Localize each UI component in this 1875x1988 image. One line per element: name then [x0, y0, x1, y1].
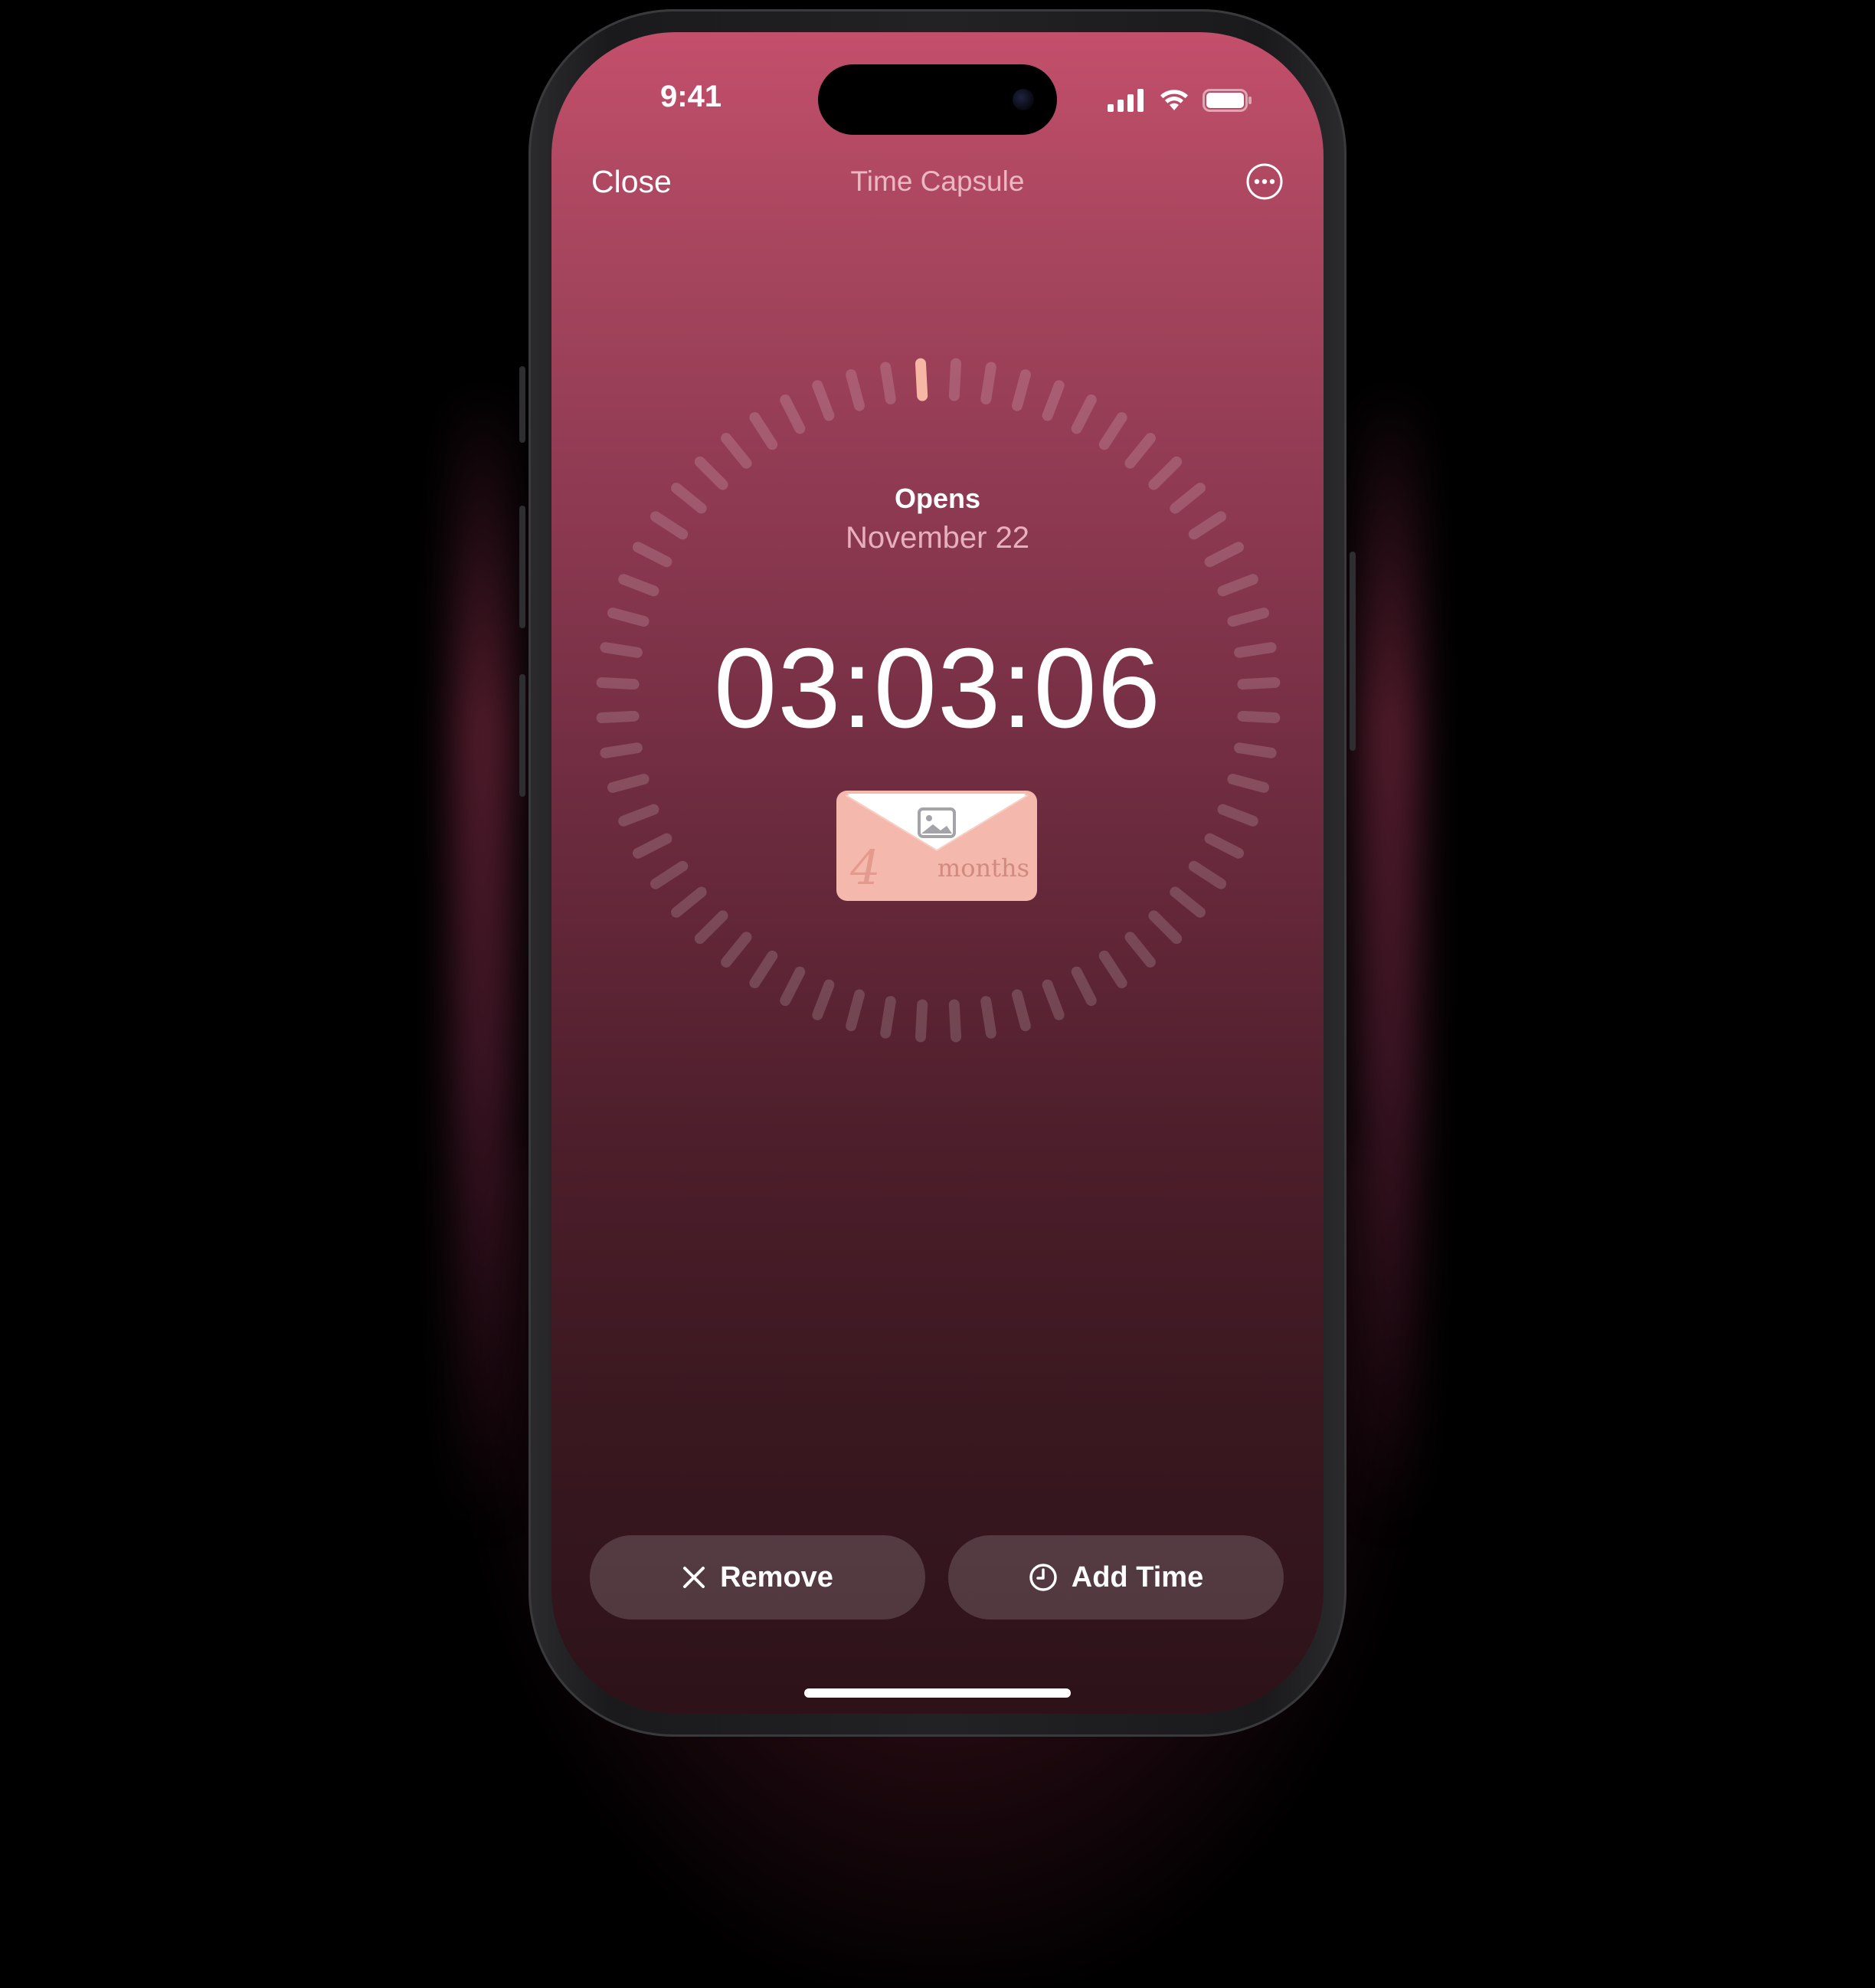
dial-tick	[1148, 456, 1183, 490]
x-mark-icon	[683, 1567, 705, 1588]
clock-icon	[1029, 1564, 1057, 1591]
dial-tick	[812, 380, 835, 421]
dial-tick	[948, 358, 962, 401]
add-time-label: Add Time	[1071, 1561, 1204, 1593]
dial-tick	[1204, 833, 1245, 859]
dial-tick	[1012, 368, 1031, 411]
dynamic-island	[818, 64, 1057, 135]
dial-tick	[880, 362, 896, 404]
dial-tick	[650, 860, 689, 889]
dial-tick	[1071, 394, 1097, 434]
dial-tick	[694, 456, 728, 490]
envelope-unit: months	[938, 853, 1029, 883]
screen: 9:41 Close Time Capsule Opens November 2…	[551, 32, 1324, 1714]
dial-tick	[1042, 979, 1065, 1020]
dial-tick	[749, 411, 778, 450]
countdown-timer: 03:03:06	[713, 625, 1162, 752]
dial-tick	[1124, 433, 1156, 469]
dial-tick	[846, 368, 865, 411]
dial-tick	[1071, 966, 1097, 1007]
dial-tick	[618, 804, 659, 827]
dial-tick	[607, 774, 650, 793]
dial-tick	[780, 966, 806, 1007]
dial-tick	[780, 394, 806, 434]
envelope-icon[interactable]: 4 months	[836, 791, 1037, 901]
dial-tick	[915, 999, 928, 1043]
dial-tick	[721, 932, 752, 968]
wifi-icon	[1160, 90, 1188, 110]
dial-tick	[1148, 910, 1183, 945]
status-icons	[1108, 87, 1253, 112]
envelope-number: 4	[849, 840, 880, 896]
dial-tick	[1042, 380, 1065, 421]
dial-tick-active	[915, 358, 928, 401]
dial-tick	[1227, 608, 1270, 627]
camera-icon	[1013, 89, 1034, 110]
volume-up-button	[519, 506, 525, 628]
opens-label: Opens	[894, 483, 981, 514]
dial-tick	[721, 433, 752, 469]
opens-date: November 22	[845, 521, 1030, 555]
dial-tick	[671, 886, 707, 918]
dial-tick	[948, 999, 962, 1043]
dial-tick	[846, 989, 865, 1032]
remove-label: Remove	[720, 1561, 833, 1593]
add-time-button[interactable]: Add Time	[948, 1535, 1284, 1620]
volume-down-button	[519, 674, 525, 797]
side-button	[1350, 552, 1356, 751]
page-title: Time Capsule	[850, 165, 1025, 197]
dial-tick	[1012, 989, 1031, 1032]
dial-tick	[1188, 860, 1227, 889]
remove-button[interactable]: Remove	[590, 1535, 925, 1620]
dial-tick	[618, 574, 659, 597]
dial-tick	[1098, 950, 1127, 989]
dial-tick	[812, 979, 835, 1020]
dial-tick	[749, 950, 778, 989]
dial-tick	[1227, 774, 1270, 793]
dial-tick	[694, 910, 728, 945]
dial-tick	[607, 608, 650, 627]
status-time: 9:41	[660, 80, 722, 113]
dial-tick	[1098, 411, 1127, 450]
dial-tick	[1217, 804, 1258, 827]
dial-tick	[980, 996, 996, 1039]
dial-tick	[632, 833, 672, 859]
dial-tick	[880, 996, 896, 1039]
dial-tick	[980, 362, 996, 404]
action-button	[519, 366, 525, 443]
home-indicator[interactable]	[804, 1688, 1071, 1698]
dial-tick	[1124, 932, 1156, 968]
device-glow-right	[1360, 383, 1421, 1532]
cellular-signal-icon	[1108, 89, 1144, 112]
device-glow-left	[452, 383, 513, 1532]
dial-tick	[1170, 886, 1206, 918]
ellipsis-circle-icon[interactable]	[1245, 162, 1284, 201]
battery-icon	[1203, 89, 1252, 112]
device-mockup: 9:41 Close Time Capsule Opens November 2…	[0, 0, 1875, 1988]
dial-tick	[1217, 574, 1258, 597]
